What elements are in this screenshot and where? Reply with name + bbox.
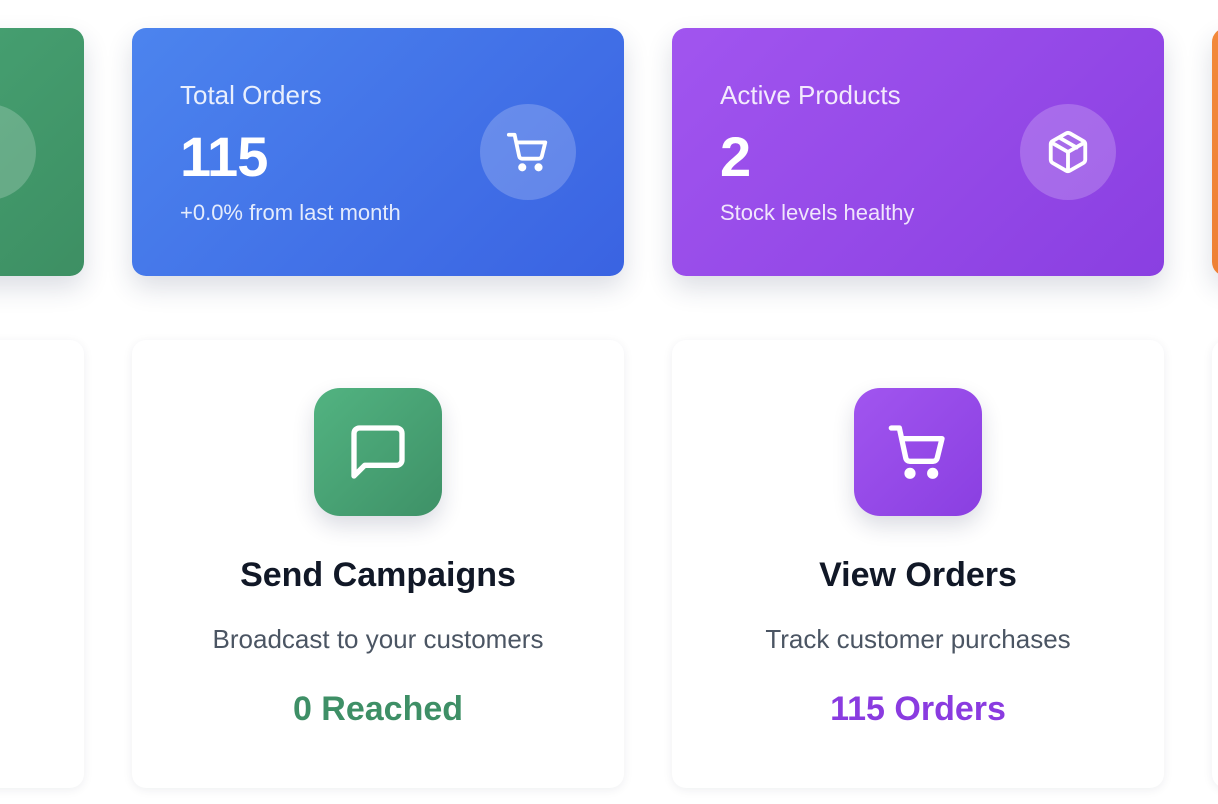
action-description: Track customer purchases xyxy=(765,624,1071,654)
stat-value: 2 xyxy=(720,125,751,188)
stat-card-active-products: Active Products 2 Stock levels healthy xyxy=(672,28,1164,276)
action-description: ur xyxy=(0,624,84,655)
stat-card-partial-left xyxy=(0,28,84,276)
action-description: Broadcast to your customers xyxy=(212,624,544,654)
action-card-partial-right[interactable] xyxy=(1212,340,1218,788)
cart-icon xyxy=(854,388,982,516)
action-metric: 115 Orders xyxy=(830,690,1006,728)
action-title: View Orders xyxy=(819,556,1017,594)
stat-icon-partial-left xyxy=(0,104,36,200)
message-icon xyxy=(314,388,442,516)
stat-subtext: Stock levels healthy xyxy=(720,200,915,225)
action-card-partial-left[interactable]: ur xyxy=(0,340,84,788)
view-orders-card[interactable]: View Orders Track customer purchases 115… xyxy=(672,340,1164,788)
stat-subtext: +0.0% from last month xyxy=(180,200,401,225)
dashboard-viewport: Total Orders 115 +0.0% from last month A… xyxy=(0,0,1218,804)
stat-label: Total Orders xyxy=(180,80,322,110)
send-campaigns-card[interactable]: Send Campaigns Broadcast to your custome… xyxy=(132,340,624,788)
stat-card-total-orders: Total Orders 115 +0.0% from last month xyxy=(132,28,624,276)
box-icon xyxy=(1020,104,1116,200)
stat-value: 115 xyxy=(180,125,268,188)
stat-card-partial-right xyxy=(1212,28,1218,276)
action-metric: 0 Reached xyxy=(292,690,464,728)
action-title: Send Campaigns xyxy=(240,556,516,594)
cart-icon xyxy=(480,104,576,200)
stat-label: Active Products xyxy=(720,80,901,110)
